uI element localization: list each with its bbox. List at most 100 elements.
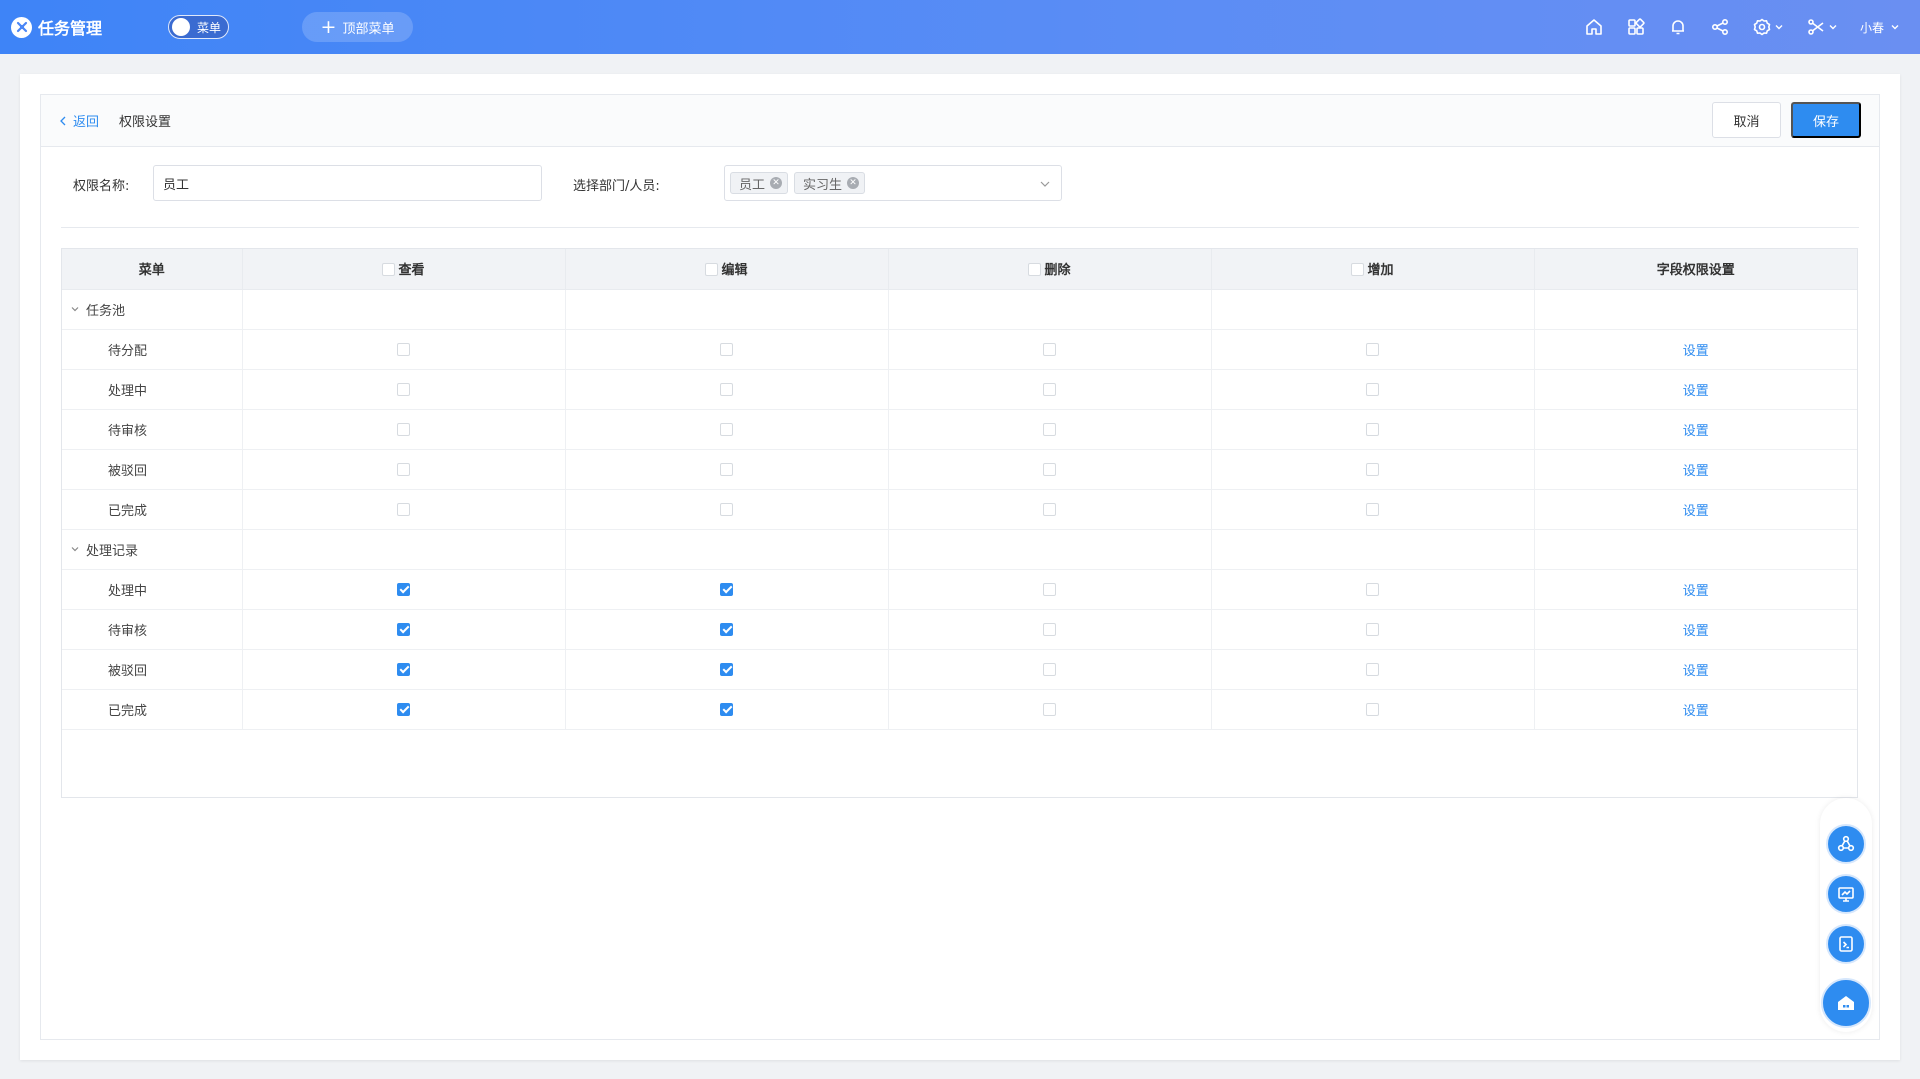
group-cell[interactable]: 处理记录 (62, 529, 243, 570)
col-view: 查看 (242, 249, 566, 290)
empty-cell (1534, 289, 1857, 330)
terminal-icon[interactable] (1826, 924, 1866, 964)
view-checkbox[interactable] (397, 622, 410, 636)
save-button[interactable]: 保存 (1791, 102, 1861, 138)
share-icon[interactable] (1710, 17, 1730, 37)
delete-checkbox[interactable] (1043, 622, 1056, 636)
add-checkbox[interactable] (1366, 422, 1379, 436)
app-title: 任务管理 (38, 19, 103, 38)
view-checkbox[interactable] (397, 582, 410, 596)
group-cell[interactable]: 任务池 (62, 289, 243, 330)
menu-toggle[interactable]: 菜单 (168, 15, 229, 39)
edit-cell (565, 369, 889, 410)
top-menu-button[interactable]: + 顶部菜单 (302, 12, 413, 42)
field-settings-link[interactable]: 设置 (1683, 464, 1709, 479)
add-checkbox[interactable] (1366, 702, 1379, 716)
field-settings-link[interactable]: 设置 (1683, 584, 1709, 599)
add-checkbox[interactable] (1366, 462, 1379, 476)
delete-all-checkbox[interactable] (1028, 263, 1042, 277)
view-checkbox[interactable] (397, 662, 410, 676)
delete-checkbox[interactable] (1043, 582, 1056, 596)
monitor-icon[interactable] (1826, 874, 1866, 914)
permission-name-input[interactable]: 员工 (153, 165, 542, 201)
view-all-checkbox[interactable] (382, 263, 396, 277)
tools-icon[interactable] (1806, 17, 1838, 37)
edit-checkbox[interactable] (720, 462, 733, 476)
menu-item-label: 处理中 (62, 569, 243, 610)
view-cell (242, 649, 566, 690)
view-checkbox[interactable] (397, 382, 410, 396)
delete-checkbox[interactable] (1043, 462, 1056, 476)
view-checkbox[interactable] (397, 462, 410, 476)
view-checkbox[interactable] (397, 502, 410, 516)
delete-checkbox[interactable] (1043, 422, 1056, 436)
field-settings-link[interactable]: 设置 (1683, 424, 1709, 439)
edit-cell (565, 609, 889, 650)
edit-checkbox[interactable] (720, 622, 733, 636)
add-checkbox[interactable] (1366, 622, 1379, 636)
delete-checkbox[interactable] (1043, 382, 1056, 396)
edit-checkbox[interactable] (720, 702, 733, 716)
view-cell (242, 329, 566, 370)
edit-cell (565, 449, 889, 490)
edit-checkbox[interactable] (720, 342, 733, 356)
back-link[interactable]: 返回 (59, 111, 99, 130)
plus-icon: + (320, 15, 337, 38)
delete-cell (888, 569, 1212, 610)
edit-checkbox[interactable] (720, 502, 733, 516)
add-all-checkbox[interactable] (1351, 263, 1365, 277)
view-checkbox[interactable] (397, 342, 410, 356)
app-logo[interactable]: 任务管理 (11, 15, 102, 39)
empty-cell (888, 289, 1212, 330)
bell-icon[interactable] (1668, 17, 1688, 37)
close-icon[interactable]: ✕ (770, 177, 783, 189)
add-cell (1211, 329, 1535, 370)
col-menu: 菜单 (62, 249, 243, 290)
delete-checkbox[interactable] (1043, 502, 1056, 516)
field-permission-cell: 设置 (1534, 369, 1857, 410)
edit-checkbox[interactable] (720, 582, 733, 596)
field-settings-link[interactable]: 设置 (1683, 384, 1709, 399)
field-settings-link[interactable]: 设置 (1683, 664, 1709, 679)
dept-select[interactable]: 员工 ✕ 实习生 ✕ (724, 165, 1062, 201)
cancel-button[interactable]: 取消 (1712, 102, 1781, 138)
add-checkbox[interactable] (1366, 502, 1379, 516)
delete-cell (888, 449, 1212, 490)
user-menu[interactable]: 小春 (1860, 19, 1900, 36)
field-permission-cell: 设置 (1534, 409, 1857, 450)
col-delete: 删除 (888, 249, 1212, 290)
edit-checkbox[interactable] (720, 382, 733, 396)
home-icon[interactable] (1584, 17, 1604, 37)
add-checkbox[interactable] (1366, 582, 1379, 596)
add-checkbox[interactable] (1366, 342, 1379, 356)
group-label: 处理记录 (86, 543, 139, 559)
add-cell (1211, 609, 1535, 650)
view-checkbox[interactable] (397, 422, 410, 436)
edit-checkbox[interactable] (720, 662, 733, 676)
add-checkbox[interactable] (1366, 382, 1379, 396)
field-settings-link[interactable]: 设置 (1683, 704, 1709, 719)
workflow-icon[interactable] (1826, 824, 1866, 864)
field-settings-link[interactable]: 设置 (1683, 344, 1709, 359)
close-icon[interactable]: ✕ (847, 177, 860, 189)
edit-cell (565, 409, 889, 450)
top-icons: 小春 (1584, 0, 1920, 54)
field-settings-link[interactable]: 设置 (1683, 504, 1709, 519)
settings-icon[interactable] (1752, 17, 1784, 37)
add-checkbox[interactable] (1366, 662, 1379, 676)
view-checkbox[interactable] (397, 702, 410, 716)
menu-item-label: 被驳回 (62, 449, 243, 490)
table-header-row: 菜单 查看 编辑 删除 增加 字段权限设置 (62, 249, 1857, 290)
chevron-down-icon[interactable] (70, 544, 80, 554)
delete-checkbox[interactable] (1043, 702, 1056, 716)
delete-checkbox[interactable] (1043, 342, 1056, 356)
empty-cell (565, 289, 889, 330)
chevron-down-icon[interactable] (70, 304, 80, 314)
apps-icon[interactable] (1626, 17, 1646, 37)
field-settings-link[interactable]: 设置 (1683, 624, 1709, 639)
edit-all-checkbox[interactable] (705, 263, 719, 277)
add-cell (1211, 369, 1535, 410)
house-icon[interactable] (1821, 978, 1871, 1028)
delete-checkbox[interactable] (1043, 662, 1056, 676)
edit-checkbox[interactable] (720, 422, 733, 436)
